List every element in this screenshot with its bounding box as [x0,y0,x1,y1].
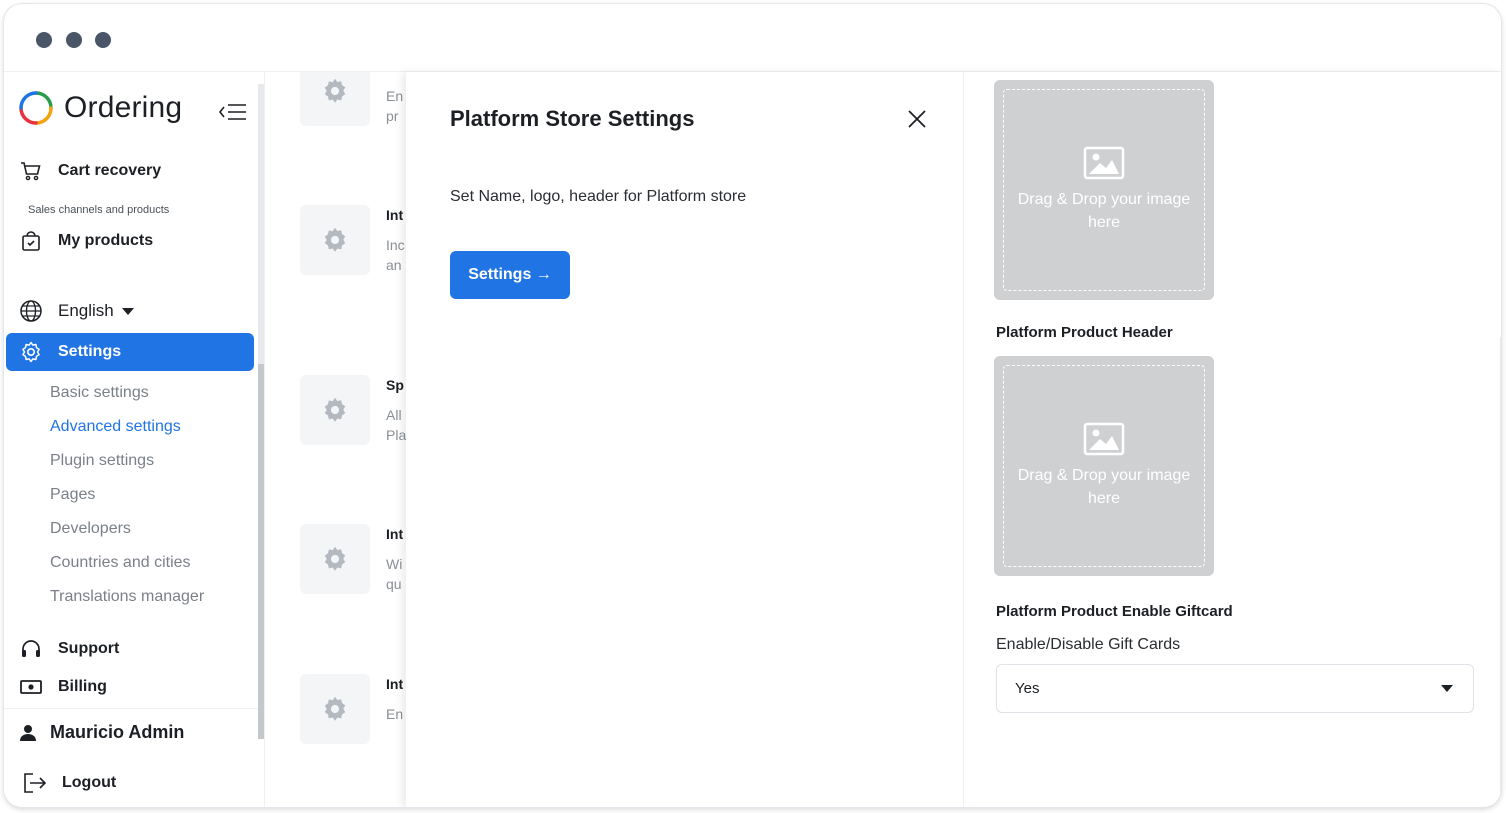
drop-zone-text: Drag & Drop your image here [1017,191,1191,231]
sub-item-countries-and-cities[interactable]: Countries and cities [50,554,191,572]
cart-icon [18,158,44,184]
drop-zone-text: Drag & Drop your image here [1017,467,1191,507]
headset-icon [18,636,44,662]
window-dot-minimize[interactable] [66,32,82,48]
advanced-settings-list: En pr Int Inc an Sp All Pla Int Wi qu In… [266,72,406,807]
item-title: Int [386,676,404,692]
item-desc-line: an [386,257,402,273]
logout-button[interactable]: Logout [22,772,116,794]
gear-icon [324,696,346,721]
sidebar-item-support[interactable]: Support [18,636,119,662]
settings-tile[interactable] [300,674,370,744]
gear-icon [324,227,346,252]
user-name: Mauricio Admin [50,722,185,742]
giftcard-select-value: Yes [1015,680,1040,697]
sidebar-item-label: My products [58,232,154,249]
settings-tile[interactable] [300,205,370,275]
sub-item-translations-manager[interactable]: Translations manager [50,588,204,606]
caret-down-icon [1441,685,1453,692]
drop-zone-border: Drag & Drop your image here [1003,89,1205,291]
drop-zone-border: Drag & Drop your image here [1003,365,1205,567]
sidebar-item-label: Support [58,640,120,657]
item-desc-line: En [386,88,404,104]
gear-icon [324,397,346,422]
sidebar-divider [4,708,258,709]
item-desc-line: All [386,407,402,423]
sidebar-item-label: Billing [58,678,107,695]
gear-icon [324,78,346,103]
window-dot-close[interactable] [36,32,52,48]
window-dot-maximize[interactable] [95,32,111,48]
settings-tile[interactable] [300,524,370,594]
shopping-bag-icon [18,228,44,254]
settings-button[interactable]: Settings → [450,251,570,299]
product-header-drop-zone[interactable]: Drag & Drop your image here [994,356,1214,576]
sub-item-advanced-settings[interactable]: Advanced settings [50,418,181,436]
sidebar: Ordering Cart recovery Sales channels an… [4,72,265,807]
item-title: Int [386,207,404,223]
ordering-logo[interactable]: Ordering [18,90,182,126]
gear-icon [324,546,346,571]
item-title: Int [386,526,404,542]
giftcard-sublabel: Enable/Disable Gift Cards [996,636,1181,653]
sidebar-item-cart-recovery[interactable]: Cart recovery [18,158,161,184]
banknote-icon [18,674,44,700]
item-desc-line: Pla [386,427,406,443]
giftcard-label: Platform Product Enable Giftcard [996,603,1233,620]
globe-icon [18,298,44,324]
item-desc-line: En [386,706,404,722]
settings-tile[interactable] [300,375,370,445]
sidebar-item-my-products[interactable]: My products [18,228,153,254]
app-window: Ordering Cart recovery Sales channels an… [4,4,1501,807]
item-desc-line: pr [386,108,399,124]
item-desc-line: qu [386,576,402,592]
user-profile[interactable]: Mauricio Admin [18,722,184,743]
settings-tile[interactable] [300,72,370,126]
sub-item-plugin-settings[interactable]: Plugin settings [50,452,154,470]
logo-text: Ordering [64,91,183,124]
logout-label: Logout [62,774,117,791]
ordering-logo-icon [19,91,53,125]
collapse-sidebar-icon[interactable] [218,102,248,122]
sub-item-pages[interactable]: Pages [50,486,95,504]
panel-left-column: Platform Store Settings Set Name, logo, … [406,72,964,807]
sidebar-item-label: Settings [58,343,122,360]
panel-description: Set Name, logo, header for Platform stor… [450,188,747,205]
image-icon [1083,422,1125,456]
close-icon[interactable] [906,108,928,130]
panel-scrollbar[interactable] [1500,337,1501,807]
giftcard-select[interactable]: Yes [996,664,1474,713]
sidebar-item-settings[interactable]: Settings [6,333,254,371]
product-header-label: Platform Product Header [996,324,1173,341]
panel-title: Platform Store Settings [450,106,695,131]
sub-item-basic-settings[interactable]: Basic settings [50,384,149,402]
sidebar-item-billing[interactable]: Billing [18,674,107,700]
sub-item-developers[interactable]: Developers [50,520,131,538]
item-title: Sp [386,377,404,393]
language-selector[interactable]: English [18,298,134,324]
gear-icon [18,339,44,365]
platform-store-settings-panel: Platform Store Settings Set Name, logo, … [406,72,1501,807]
logo-image-drop-zone[interactable]: Drag & Drop your image here [994,80,1214,300]
title-bar [4,4,1501,72]
user-icon [18,723,38,743]
image-icon [1083,146,1125,180]
section-label: Sales channels and products [28,204,170,216]
sidebar-item-label: Cart recovery [58,162,162,179]
caret-down-icon [121,307,134,315]
item-desc-line: Inc [386,237,405,253]
logout-icon [22,772,48,794]
item-desc-line: Wi [386,556,403,572]
sidebar-scrollbar-thumb[interactable] [258,364,264,739]
language-label: English [58,301,114,320]
